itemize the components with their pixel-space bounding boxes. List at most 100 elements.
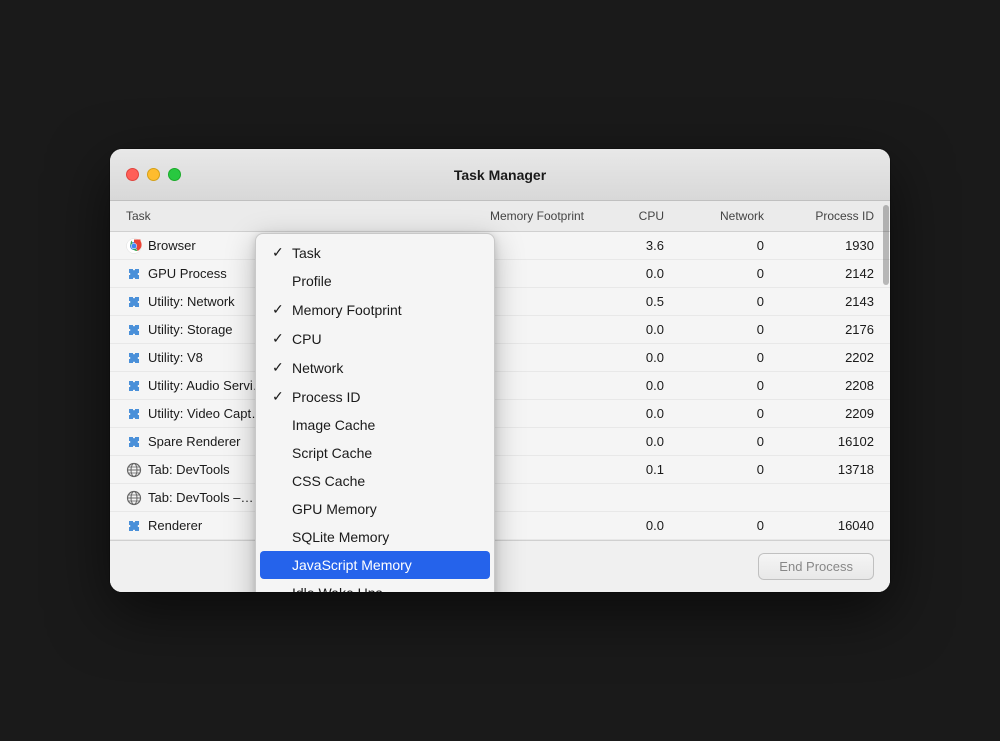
pid-value: 2176	[764, 322, 874, 337]
network-value: 0	[664, 462, 764, 477]
scrollbar[interactable]	[882, 201, 890, 540]
menu-item-sqlite-memory[interactable]: SQLite Memory	[256, 523, 494, 551]
task-name: Browser	[148, 238, 196, 253]
cpu-value: 3.6	[584, 238, 664, 253]
network-value: 0	[664, 518, 764, 533]
table-row[interactable]: Utility: Network 0.5 0 2143	[110, 288, 890, 316]
table-row[interactable]: Utility: Storage 0.0 0 2176	[110, 316, 890, 344]
task-name: Tab: DevTools –…	[148, 490, 254, 505]
cpu-value: 0.0	[584, 518, 664, 533]
globe-icon	[126, 462, 142, 478]
task-name: Utility: Video Capt…	[148, 406, 264, 421]
puzzle-icon	[126, 518, 142, 534]
table-row[interactable]: Utility: V8 0.0 0 2202	[110, 344, 890, 372]
network-value: 0	[664, 238, 764, 253]
menu-item-memory-footprint[interactable]: ✓ Memory Footprint	[256, 295, 494, 324]
pid-value: 2202	[764, 350, 874, 365]
pid-value: 1930	[764, 238, 874, 253]
menu-item-label: JavaScript Memory	[292, 557, 478, 573]
menu-item-task[interactable]: ✓ Task	[256, 238, 494, 267]
table-row[interactable]: Tab: DevTools 0.1 0 13718	[110, 456, 890, 484]
cpu-value: 0.0	[584, 378, 664, 393]
pid-value: 16040	[764, 518, 874, 533]
menu-item-gpu-memory[interactable]: GPU Memory	[256, 495, 494, 523]
cpu-value: 0.5	[584, 294, 664, 309]
puzzle-icon	[126, 294, 142, 310]
network-value: 0	[664, 378, 764, 393]
task-manager-window: Task Manager Task Memory Footprint CPU N…	[110, 149, 890, 592]
menu-item-image-cache[interactable]: Image Cache	[256, 411, 494, 439]
table-rows: Browser 3.6 0 1930 GPU Process 0.0 0 214…	[110, 232, 890, 540]
window-title: Task Manager	[454, 167, 546, 183]
menu-item-css-cache[interactable]: CSS Cache	[256, 467, 494, 495]
cpu-value: 0.1	[584, 462, 664, 477]
chrome-icon	[126, 238, 142, 254]
menu-item-process-id[interactable]: ✓ Process ID	[256, 382, 494, 411]
header-memory: Memory Footprint	[424, 209, 584, 223]
puzzle-icon	[126, 434, 142, 450]
footer: End Process	[110, 540, 890, 592]
table-row[interactable]: Renderer 0.0 0 16040	[110, 512, 890, 540]
cpu-value: 0.0	[584, 266, 664, 281]
pid-value: 13718	[764, 462, 874, 477]
minimize-button[interactable]	[147, 168, 160, 181]
checkmark-icon: ✓	[272, 330, 292, 347]
menu-item-label: Process ID	[292, 389, 478, 405]
menu-item-label: CPU	[292, 331, 478, 347]
pid-value: 16102	[764, 434, 874, 449]
network-value: 0	[664, 434, 764, 449]
table-row[interactable]: Utility: Video Capt… 0.0 0 2209	[110, 400, 890, 428]
menu-item-label: Task	[292, 245, 478, 261]
menu-item-label: GPU Memory	[292, 501, 478, 517]
checkmark-icon: ✓	[272, 301, 292, 318]
network-value: 0	[664, 350, 764, 365]
menu-item-label: SQLite Memory	[292, 529, 478, 545]
header-pid: Process ID	[764, 209, 874, 223]
window-controls	[126, 168, 181, 181]
cpu-value: 0.0	[584, 322, 664, 337]
task-name: GPU Process	[148, 266, 227, 281]
menu-item-script-cache[interactable]: Script Cache	[256, 439, 494, 467]
task-name: Utility: V8	[148, 350, 203, 365]
task-name: Utility: Storage	[148, 322, 233, 337]
table-row[interactable]: Tab: DevTools –…	[110, 484, 890, 512]
column-dropdown-menu[interactable]: ✓ Task Profile ✓ Memory Footprint ✓ CPU …	[255, 233, 495, 592]
menu-item-label: Image Cache	[292, 417, 478, 433]
pid-value: 2142	[764, 266, 874, 281]
titlebar: Task Manager	[110, 149, 890, 201]
table-row[interactable]: Utility: Audio Servi… 0.0 0 2208	[110, 372, 890, 400]
task-name: Renderer	[148, 518, 202, 533]
pid-value: 2143	[764, 294, 874, 309]
puzzle-icon	[126, 322, 142, 338]
header-cpu: CPU	[584, 209, 664, 223]
table-container: Task Memory Footprint CPU Network Proces…	[110, 201, 890, 540]
menu-item-idle-wake-ups[interactable]: Idle Wake Ups	[256, 579, 494, 592]
header-network: Network	[664, 209, 764, 223]
main-content: Task Memory Footprint CPU Network Proces…	[110, 201, 890, 592]
menu-item-label: Network	[292, 360, 478, 376]
menu-item-profile[interactable]: Profile	[256, 267, 494, 295]
pid-value: 2209	[764, 406, 874, 421]
close-button[interactable]	[126, 168, 139, 181]
task-name: Utility: Audio Servi…	[148, 378, 266, 393]
table-row[interactable]: Spare Renderer 0.0 0 16102	[110, 428, 890, 456]
menu-item-network[interactable]: ✓ Network	[256, 353, 494, 382]
cpu-value: 0.0	[584, 406, 664, 421]
end-process-button[interactable]: End Process	[758, 553, 874, 580]
menu-item-label: CSS Cache	[292, 473, 478, 489]
menu-item-cpu[interactable]: ✓ CPU	[256, 324, 494, 353]
cpu-value: 0.0	[584, 350, 664, 365]
table-row[interactable]: GPU Process 0.0 0 2142	[110, 260, 890, 288]
table-row[interactable]: Browser 3.6 0 1930	[110, 232, 890, 260]
menu-item-label: Script Cache	[292, 445, 478, 461]
puzzle-icon	[126, 406, 142, 422]
maximize-button[interactable]	[168, 168, 181, 181]
puzzle-icon	[126, 266, 142, 282]
network-value: 0	[664, 322, 764, 337]
network-value: 0	[664, 294, 764, 309]
checkmark-icon: ✓	[272, 244, 292, 261]
table-header: Task Memory Footprint CPU Network Proces…	[110, 201, 890, 232]
scrollbar-thumb[interactable]	[883, 205, 889, 285]
cpu-value: 0.0	[584, 434, 664, 449]
menu-item-javascript-memory[interactable]: JavaScript Memory	[260, 551, 490, 579]
